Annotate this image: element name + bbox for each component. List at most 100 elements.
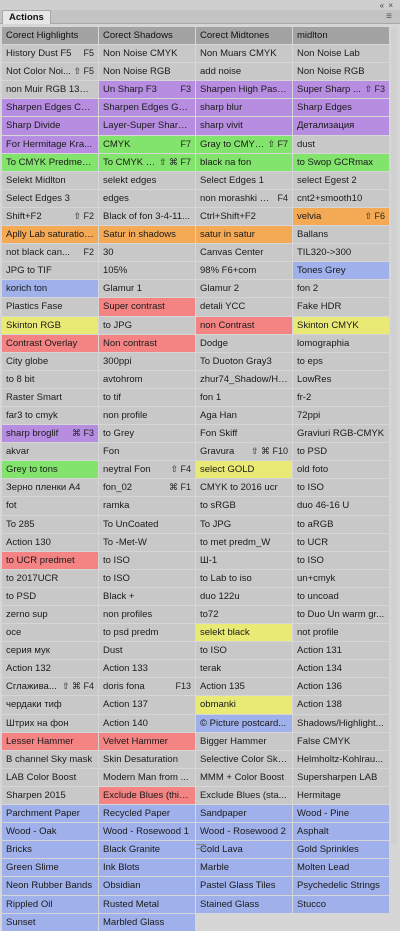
- panel-menu-icon[interactable]: ≡: [386, 11, 392, 22]
- action-button[interactable]: Gray to CMYK... ⇧ F7: [196, 135, 292, 153]
- action-button[interactable]: to 2017UCR: [2, 569, 98, 587]
- scrollbar[interactable]: [391, 27, 397, 845]
- action-button[interactable]: fot: [2, 497, 98, 515]
- action-button[interactable]: zerno sup: [2, 606, 98, 624]
- action-button[interactable]: Зерно пленки A4: [2, 479, 98, 497]
- action-button[interactable]: Sunset: [2, 913, 98, 931]
- action-button[interactable]: old foto: [293, 461, 389, 479]
- action-button[interactable]: Stained Glass: [196, 895, 292, 913]
- action-button[interactable]: To CMYK Predmet ...: [2, 153, 98, 171]
- action-button[interactable]: to PSD: [293, 443, 389, 461]
- action-button[interactable]: to Swop GCRmax: [293, 153, 389, 171]
- action-button[interactable]: History Dust F5 F5: [2, 45, 98, 63]
- action-button[interactable]: Modern Man from ...: [99, 768, 195, 786]
- action-button[interactable]: Supersharpen LAB: [293, 768, 389, 786]
- action-button[interactable]: Black +: [99, 587, 195, 605]
- action-button[interactable]: To UnCoated: [99, 515, 195, 533]
- action-button[interactable]: Action 136: [293, 678, 389, 696]
- action-button[interactable]: Super Sharp ... ⇧ F3: [293, 81, 389, 99]
- action-button[interactable]: TIL320->300: [293, 244, 389, 262]
- action-button[interactable]: non Contrast: [196, 316, 292, 334]
- action-button[interactable]: doris fona F13: [99, 678, 195, 696]
- action-button[interactable]: to met predm_W: [196, 533, 292, 551]
- action-button[interactable]: 30: [99, 244, 195, 262]
- action-button[interactable]: to ISO: [293, 479, 389, 497]
- action-button[interactable]: terak: [196, 660, 292, 678]
- action-button[interactable]: Select Edges 3: [2, 189, 98, 207]
- action-button[interactable]: non morashki W... F4: [196, 189, 292, 207]
- action-button[interactable]: obmanki: [196, 696, 292, 714]
- action-button[interactable]: selekt edges: [99, 171, 195, 189]
- action-button[interactable]: korich ton: [2, 280, 98, 298]
- action-button[interactable]: Recycled Paper: [99, 805, 195, 823]
- action-button[interactable]: Marble: [196, 859, 292, 877]
- action-button[interactable]: Non Noise RGB: [99, 63, 195, 81]
- action-button[interactable]: Layer-Super Sharp ...: [99, 117, 195, 135]
- action-button[interactable]: For Hermitage Kra...: [2, 135, 98, 153]
- action-button[interactable]: Exclude Blues (sta...: [196, 786, 292, 805]
- action-button[interactable]: to UCR: [293, 533, 389, 551]
- action-button[interactable]: add noise: [196, 63, 292, 81]
- action-button[interactable]: Obsidian: [99, 877, 195, 895]
- action-button[interactable]: Action 131: [293, 642, 389, 660]
- action-button[interactable]: select GOLD: [196, 461, 292, 479]
- action-button[interactable]: zhur74_Shadow/Hi...: [196, 370, 292, 388]
- action-button[interactable]: серия мук: [2, 642, 98, 660]
- action-button[interactable]: Satur in shadows: [99, 226, 195, 244]
- action-button[interactable]: akvar: [2, 443, 98, 461]
- action-button[interactable]: False CMYK: [293, 732, 389, 750]
- action-button[interactable]: detali YCC: [196, 298, 292, 316]
- action-button[interactable]: Glamur 1: [99, 280, 195, 298]
- action-set-header-button[interactable]: Corect Highlights: [2, 27, 98, 45]
- action-button[interactable]: fon 1: [196, 388, 292, 406]
- action-button[interactable]: Marbled Glass: [99, 913, 195, 931]
- tab-actions[interactable]: Actions: [2, 10, 51, 24]
- action-button[interactable]: Super contrast: [99, 298, 195, 316]
- action-button[interactable]: Parchment Paper: [2, 805, 98, 823]
- action-button[interactable]: sharp vivit: [196, 117, 292, 135]
- action-button[interactable]: Helmholtz-Kohlrau...: [293, 750, 389, 768]
- action-button[interactable]: Action 132: [2, 660, 98, 678]
- action-button[interactable]: Action 138: [293, 696, 389, 714]
- action-button[interactable]: Asphalt: [293, 823, 389, 841]
- action-button[interactable]: Non contrast: [99, 334, 195, 352]
- action-button[interactable]: © Picture postcard...: [196, 714, 292, 732]
- action-button[interactable]: to sRGB: [196, 497, 292, 515]
- action-button[interactable]: Non Noise RGB: [293, 63, 389, 81]
- action-button[interactable]: to Lab to iso: [196, 569, 292, 587]
- action-button[interactable]: Skinton CMYK: [293, 316, 389, 334]
- action-button[interactable]: Sharp Edges: [293, 99, 389, 117]
- action-button[interactable]: CMYK F7: [99, 135, 195, 153]
- action-button[interactable]: Exclude Blues (this...: [99, 786, 195, 805]
- action-button[interactable]: Pastel Glass Tiles: [196, 877, 292, 895]
- action-button[interactable]: far3 to cmyk: [2, 406, 98, 425]
- action-button[interactable]: Ш-1: [196, 551, 292, 569]
- action-button[interactable]: fr-2: [293, 388, 389, 406]
- action-button[interactable]: sharp broglif ⌘ F3: [2, 425, 98, 443]
- action-button[interactable]: Fon Skiff: [196, 425, 292, 443]
- action-set-header-button[interactable]: Corect Shadows: [99, 27, 195, 45]
- action-button[interactable]: Детализация: [293, 117, 389, 135]
- action-button[interactable]: Rippled Oil: [2, 895, 98, 913]
- action-button[interactable]: black na fon: [196, 153, 292, 171]
- action-button[interactable]: Select Edges 1: [196, 171, 292, 189]
- action-button[interactable]: Wood - Pine: [293, 805, 389, 823]
- action-button[interactable]: to PSD: [2, 587, 98, 605]
- action-button[interactable]: Lesser Hammer: [2, 732, 98, 750]
- action-button[interactable]: neytral Fon ⇧ F4: [99, 461, 195, 479]
- action-button[interactable]: lomographia: [293, 334, 389, 352]
- action-button[interactable]: not black can... F2: [2, 244, 98, 262]
- action-button[interactable]: selekt black: [196, 624, 292, 642]
- action-button[interactable]: Skinton RGB: [2, 316, 98, 334]
- action-button[interactable]: fon_02 ⌘ F1: [99, 479, 195, 497]
- action-button[interactable]: Ink Blots: [99, 859, 195, 877]
- action-set-header-button[interactable]: midlton: [293, 27, 389, 45]
- action-button[interactable]: to 8 bit: [2, 370, 98, 388]
- action-button[interactable]: Green Slime: [2, 859, 98, 877]
- action-button[interactable]: sharp blur: [196, 99, 292, 117]
- action-button[interactable]: Action 140: [99, 714, 195, 732]
- action-button[interactable]: To Duoton Gray3: [196, 352, 292, 370]
- action-button[interactable]: to ISO: [196, 642, 292, 660]
- action-button[interactable]: Un Sharp F3 F3: [99, 81, 195, 99]
- action-button[interactable]: Action 134: [293, 660, 389, 678]
